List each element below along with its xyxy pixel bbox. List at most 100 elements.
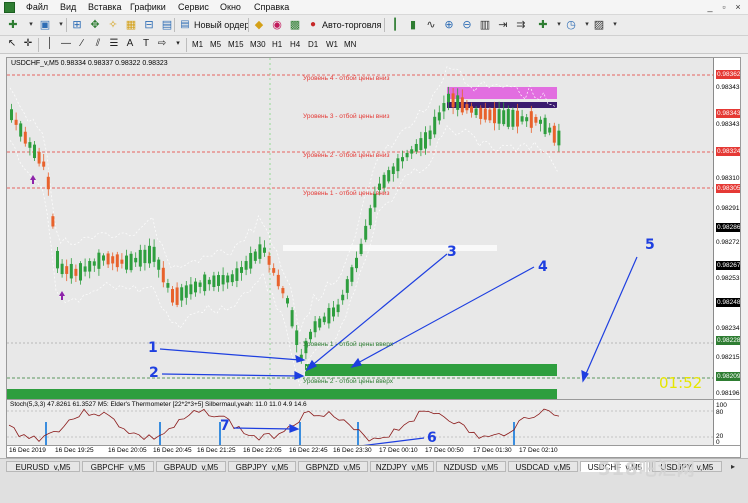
vertical-line-icon[interactable]: │ — [44, 38, 56, 50]
navigator-icon[interactable]: ✧ — [106, 18, 120, 32]
timeframe-d1[interactable]: D1 — [308, 39, 318, 51]
chart-tab[interactable]: NZDUSD_v,M5 — [436, 461, 506, 472]
menu-tools[interactable]: Сервис — [178, 2, 209, 13]
periods-icon[interactable]: ◷ — [564, 18, 578, 32]
market-icon[interactable]: ▩ — [288, 18, 302, 32]
candle-body — [161, 267, 165, 283]
timeframe-w1[interactable]: W1 — [326, 39, 338, 51]
candle-body — [120, 259, 124, 264]
chart-tab[interactable]: GBPAUD_v,M5 — [156, 461, 226, 472]
candlestick-canvas[interactable] — [7, 58, 713, 400]
new-order-button[interactable]: ▤ Новый ордер — [178, 18, 249, 33]
candle-body — [267, 255, 271, 265]
price-axis: 0.98362 0.98343 0.98343 0.98343 0.98324 … — [713, 58, 741, 399]
minimize-icon[interactable]: _ — [704, 1, 716, 13]
trendline-icon[interactable]: ∕ — [76, 38, 88, 50]
chart-tab[interactable]: EURUSD_v,M5 — [6, 461, 80, 472]
chart-tab[interactable]: NZDJPY_v,M5 — [370, 461, 434, 472]
timeframe-mn[interactable]: MN — [344, 39, 356, 51]
auto-trading-button[interactable]: ● Авто-торговля — [306, 18, 381, 33]
dropdown-icon[interactable]: ▾ — [24, 18, 38, 32]
arrow-tool-icon[interactable]: ⇨ — [156, 38, 168, 50]
price-chart[interactable]: USDCHF_v,M5 0.98334 0.98337 0.98322 0.98… — [6, 57, 741, 400]
arrow-2-head-icon — [294, 371, 305, 380]
dropdown-icon[interactable]: ▾ — [608, 18, 622, 32]
candle-body — [364, 225, 368, 240]
candle-body — [244, 261, 248, 270]
candle-body — [263, 247, 266, 253]
menu-help[interactable]: Справка — [254, 2, 289, 13]
bar-timer: 01:52 — [659, 374, 703, 392]
candlestick-icon[interactable]: ▮ — [406, 18, 420, 32]
timeframe-h4[interactable]: H4 — [290, 39, 300, 51]
timeframe-m30[interactable]: M30 — [250, 39, 266, 51]
candle-body — [557, 130, 561, 146]
buy-signal-icon — [30, 175, 36, 184]
candle-body — [148, 245, 151, 264]
zoom-out-icon[interactable]: ⊖ — [460, 18, 474, 32]
price-label: 0.98305 — [716, 184, 741, 193]
cursor-icon[interactable]: ↖ — [6, 38, 18, 50]
menu-insert[interactable]: Вставка — [88, 2, 121, 13]
restore-icon[interactable]: ▫ — [718, 1, 730, 13]
chart-tab[interactable]: GBPCHF_v,M5 — [82, 461, 154, 472]
bar-chart-icon[interactable]: ┃ — [388, 18, 402, 32]
candle-body — [355, 257, 358, 269]
line-chart-icon[interactable]: ∿ — [424, 18, 438, 32]
chart-tab[interactable]: GBPJPY_v,M5 — [228, 461, 296, 472]
fibonacci-icon[interactable]: ☰ — [108, 38, 120, 50]
tab-scroll-right-icon[interactable]: ▸ — [726, 460, 740, 474]
drawing-toolbar: ↖ ✛ │ — ∕ ⫽ ☰ A T ⇨ ▾ M1 M5 M15 M30 H1 H… — [0, 36, 748, 54]
auto-trading-icon: ● — [309, 19, 317, 30]
price-label: 0.98215 — [716, 354, 740, 361]
chart-tab[interactable]: USDCAD_v,M5 — [508, 461, 578, 472]
timeframe-m1[interactable]: M1 — [192, 39, 203, 51]
dropdown-icon[interactable]: ▾ — [172, 38, 184, 50]
data-window-icon[interactable]: ✥ — [88, 18, 102, 32]
candle-body — [290, 310, 294, 327]
menu-window[interactable]: Окно — [220, 2, 241, 13]
chart-shift-icon[interactable]: ⇥ — [496, 18, 510, 32]
timeframe-h1[interactable]: H1 — [272, 39, 282, 51]
indicators-icon[interactable]: ✚ — [536, 18, 550, 32]
timeframe-m15[interactable]: M15 — [228, 39, 244, 51]
menu-charts[interactable]: Графики — [130, 2, 166, 13]
crosshair-icon[interactable]: ✛ — [22, 38, 34, 50]
signals-icon[interactable]: ◉ — [270, 18, 284, 32]
candle-body — [19, 123, 23, 137]
horizontal-line-icon[interactable]: — — [60, 38, 72, 50]
autoscroll-icon[interactable]: ⇉ — [514, 18, 528, 32]
text-icon[interactable]: A — [124, 38, 136, 50]
history-icon[interactable]: ▤ — [160, 18, 174, 32]
indicator-window[interactable]: Stoch(5,3,3) 47.8261 61.3527 M5: Elder's… — [6, 400, 741, 446]
timeframe-m5[interactable]: M5 — [210, 39, 221, 51]
candle-body — [442, 103, 446, 112]
candle-body — [405, 152, 409, 158]
candle-body — [83, 266, 87, 272]
templates-icon[interactable]: ▨ — [592, 18, 606, 32]
arrow-4-head-icon — [350, 357, 362, 368]
candle-body — [428, 130, 432, 140]
candle-body — [368, 208, 372, 226]
close-icon[interactable]: × — [732, 1, 744, 13]
meta-editor-icon[interactable]: ◆ — [252, 18, 266, 32]
menu-view[interactable]: Вид — [60, 2, 76, 13]
stochastic-line — [8, 408, 560, 442]
chart-tab[interactable]: GBPNZD_v,M5 — [298, 461, 368, 472]
candle-body — [460, 97, 464, 113]
candle-body — [180, 287, 184, 301]
terminal-icon[interactable]: ▦ — [124, 18, 138, 32]
zoom-in-icon[interactable]: ⊕ — [442, 18, 456, 32]
time-label: 16 Dec 2019 — [9, 447, 46, 454]
new-chart-icon[interactable]: ✚ — [6, 18, 20, 32]
market-watch-icon[interactable]: ⊞ — [70, 18, 84, 32]
tile-windows-icon[interactable]: ▥ — [478, 18, 492, 32]
profiles-icon[interactable]: ▣ — [38, 18, 52, 32]
price-label: 0.98291 — [716, 205, 740, 212]
strategy-tester-icon[interactable]: ⊟ — [142, 18, 156, 32]
menu-file[interactable]: Файл — [26, 2, 48, 13]
watermark-logo: 518吧汇网 — [598, 459, 696, 480]
label-icon[interactable]: T — [140, 38, 152, 50]
price-label: 0.98267 — [716, 261, 741, 270]
channel-icon[interactable]: ⫽ — [92, 38, 104, 50]
